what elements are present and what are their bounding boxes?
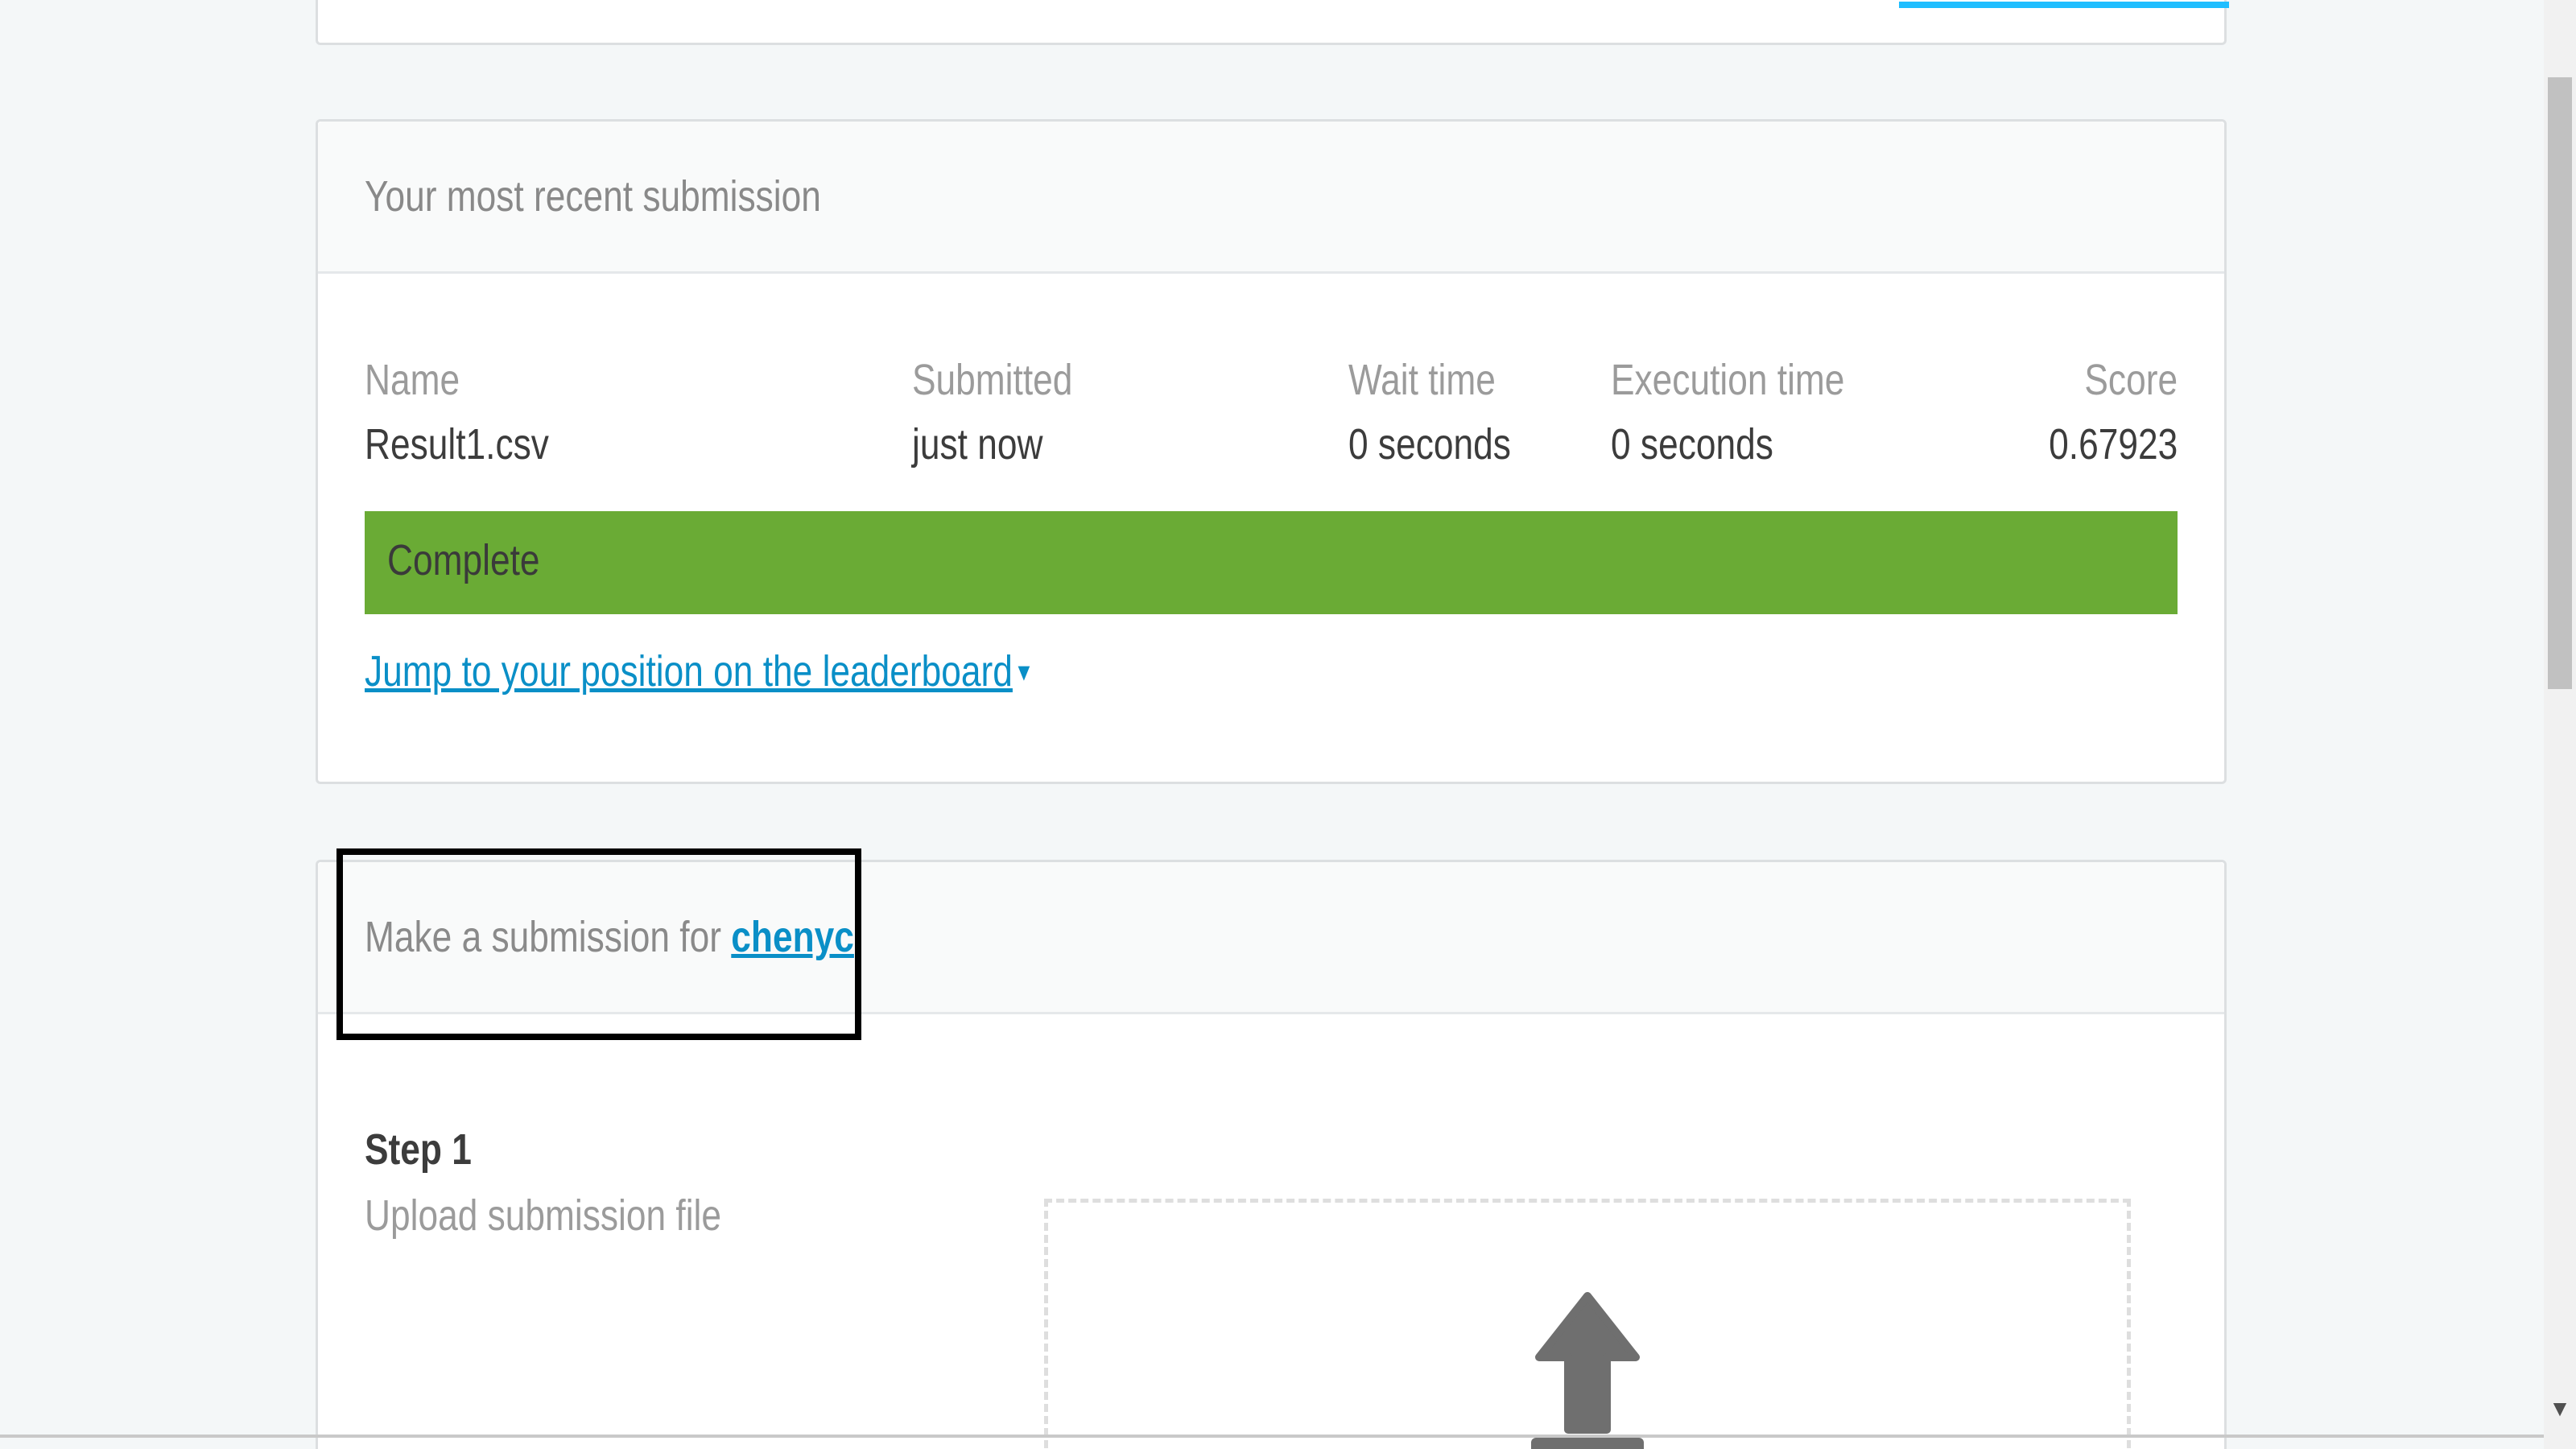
vertical-scrollbar[interactable]: ▼ — [2544, 0, 2576, 1449]
make-submission-title: Make a submission for chenyc — [365, 912, 854, 962]
window-bottom-edge — [0, 1435, 2544, 1438]
tabs-card — [316, 0, 2229, 45]
column-header-execution-time: Execution time — [1611, 356, 1845, 404]
step-description: Upload submission file — [365, 1191, 722, 1240]
column-header-wait-time: Wait time — [1348, 356, 1496, 404]
scroll-up-button[interactable] — [2544, 0, 2576, 32]
column-header-submitted: Submitted — [912, 356, 1073, 404]
submission-execution-time: 0 seconds — [1611, 420, 1773, 469]
submission-score: 0.67923 — [2048, 420, 2178, 469]
recent-submission-header: Your most recent submission — [318, 122, 2224, 274]
step-label: Step 1 — [365, 1125, 472, 1174]
user-link[interactable]: chenyc — [731, 913, 854, 961]
status-text: Complete — [387, 536, 540, 584]
make-submission-card: Make a submission for chenyc Step 1 Uplo… — [316, 860, 2227, 1449]
make-submission-prefix: Make a submission for — [365, 913, 721, 961]
status-bar-complete: Complete — [365, 511, 2178, 614]
leaderboard-position-link[interactable]: Jump to your position on the leaderboard… — [365, 646, 1030, 696]
upload-arrow-icon — [1531, 1292, 1644, 1449]
column-header-score: Score — [2084, 356, 2178, 404]
active-tab-indicator — [1899, 2, 2229, 8]
recent-submission-title: Your most recent submission — [365, 172, 821, 221]
caret-down-icon: ▾ — [1018, 654, 1030, 687]
leaderboard-link-label: Jump to your position on the leaderboard — [365, 647, 1013, 696]
scroll-thumb[interactable] — [2548, 77, 2572, 689]
submission-time: just now — [912, 420, 1043, 469]
column-header-name: Name — [365, 356, 460, 404]
submission-wait-time: 0 seconds — [1348, 420, 1511, 469]
upload-dropzone[interactable] — [1044, 1199, 2131, 1449]
make-submission-header: Make a submission for chenyc — [318, 862, 2224, 1014]
scroll-down-arrow-icon[interactable]: ▼ — [2544, 1393, 2576, 1425]
page: Your most recent submission Name Submitt… — [0, 0, 2576, 1449]
submission-file-name: Result1.csv — [365, 420, 549, 469]
recent-submission-card: Your most recent submission Name Submitt… — [316, 119, 2227, 784]
